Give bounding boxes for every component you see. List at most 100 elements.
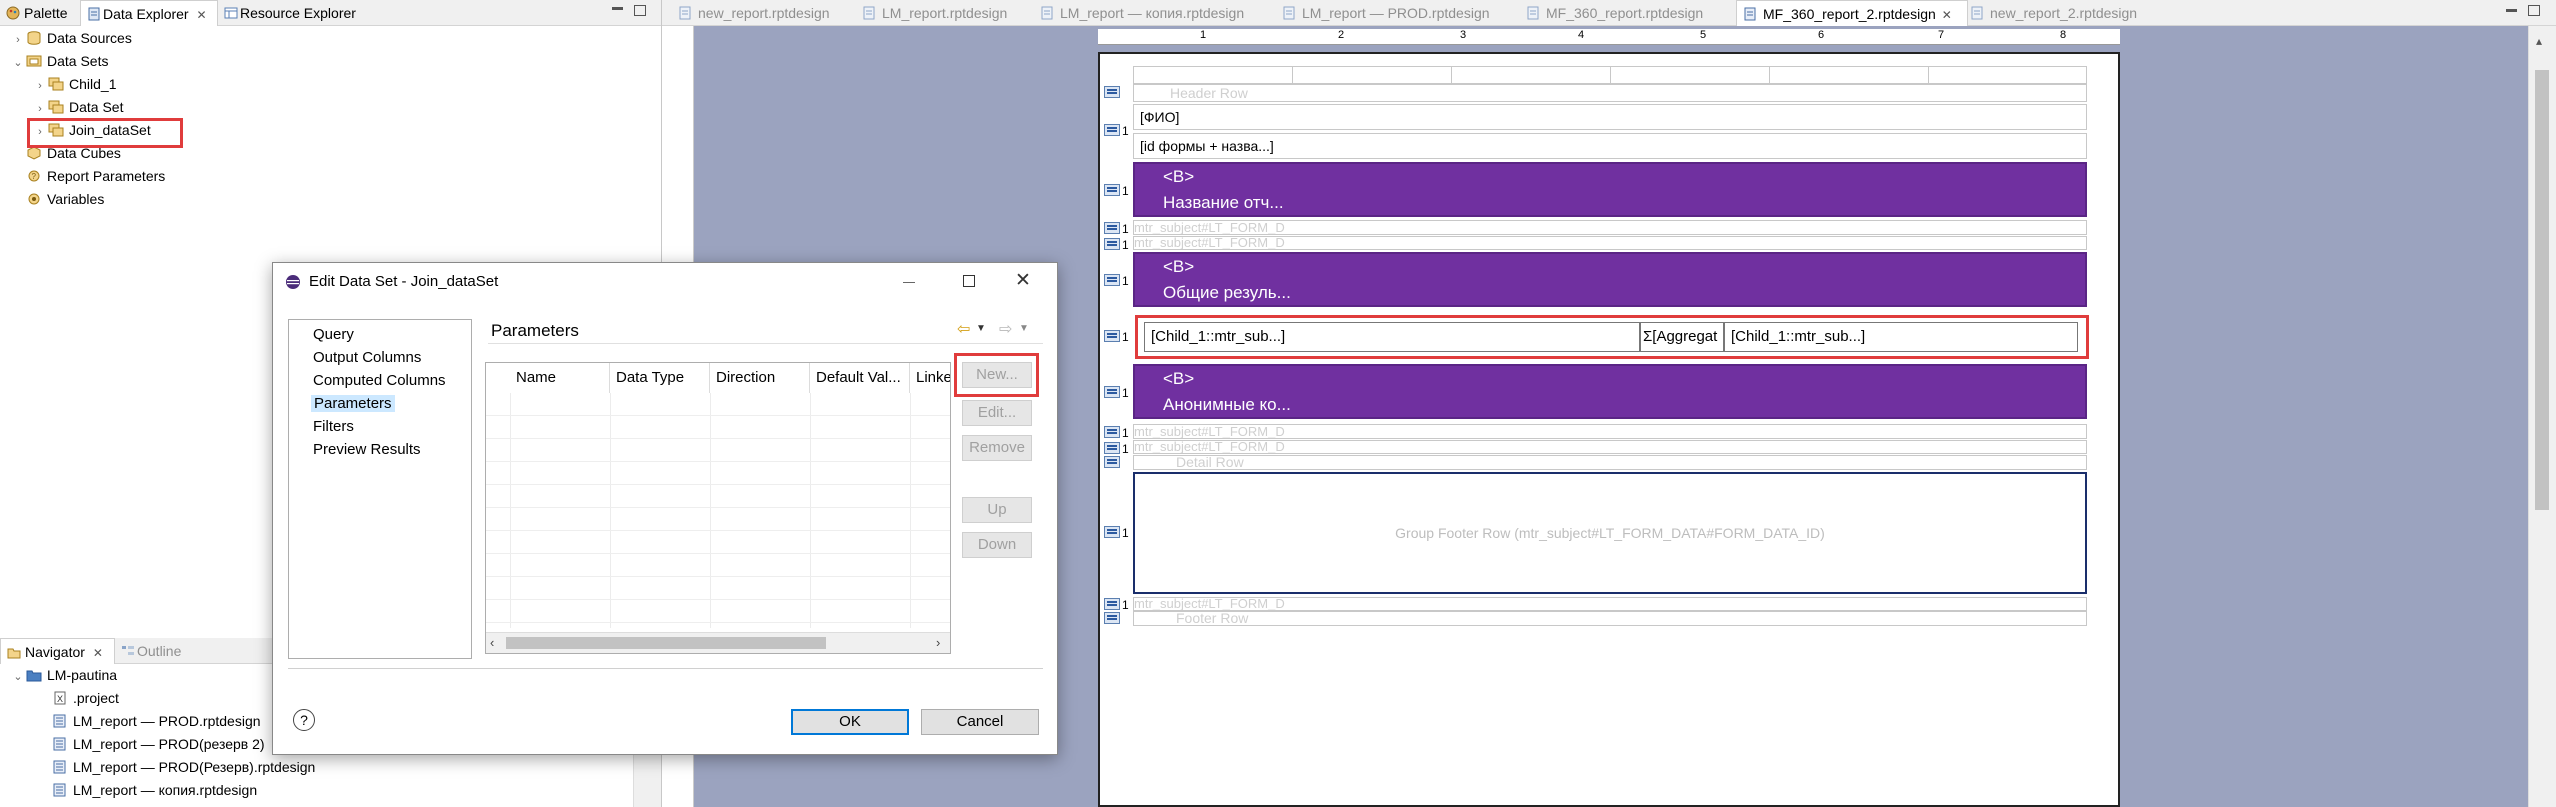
editor-tab-active[interactable]: MF_360_report_2.rptdesign ✕: [1736, 0, 1968, 26]
close-icon[interactable]: ✕: [93, 646, 103, 660]
up-button[interactable]: Up: [962, 497, 1032, 523]
anonymous-title-cell[interactable]: <B> Анонимные ко...: [1133, 364, 2087, 419]
group-footer-row[interactable]: mtr_subject#LT_FORM_D: [1133, 597, 2087, 611]
maximize-icon[interactable]: [2528, 5, 2540, 16]
row-handle-icon[interactable]: [1104, 442, 1120, 454]
column-header-linked[interactable]: Linke: [910, 363, 950, 393]
dialog-titlebar[interactable]: Edit Data Set - Join_dataSet ✕: [273, 263, 1057, 301]
forward-arrow-icon[interactable]: ⇨: [999, 319, 1012, 339]
column-header-name[interactable]: Name: [510, 363, 610, 393]
tree-item-data-sources[interactable]: › Data Sources: [10, 27, 132, 50]
group-footer-row[interactable]: mtr_subject#LT_FORM_D: [1133, 440, 2087, 454]
close-icon[interactable]: ✕: [196, 8, 206, 22]
maximize-icon[interactable]: [634, 5, 646, 16]
fio-field[interactable]: [ФИО]: [1140, 109, 1179, 125]
id-form-row[interactable]: [id формы + назва...]: [1133, 133, 2087, 159]
down-button[interactable]: Down: [962, 532, 1032, 558]
scroll-up-icon[interactable]: ▴: [2536, 34, 2542, 48]
tab-navigator[interactable]: Navigator ✕: [0, 638, 115, 664]
editor-tab[interactable]: MF_360_report.rptdesign: [1520, 0, 1740, 26]
column-header-data-type[interactable]: Data Type: [610, 363, 710, 393]
row-handle-icon[interactable]: [1104, 274, 1120, 286]
id-form-field[interactable]: [id формы + назва...]: [1140, 138, 1274, 154]
tab-resource-explorer[interactable]: Resource Explorer: [218, 0, 378, 26]
row-handle-icon[interactable]: [1104, 184, 1120, 196]
chevron-right-icon[interactable]: ›: [10, 29, 26, 52]
tree-item-report-parameters[interactable]: ? Report Parameters: [26, 165, 165, 188]
row-handle-icon[interactable]: [1104, 526, 1120, 538]
tab-data-explorer[interactable]: Data Explorer ✕: [80, 0, 218, 26]
scrollbar-thumb[interactable]: [506, 637, 826, 649]
nav-item-preview-results[interactable]: Preview Results: [313, 441, 421, 458]
row-handle-icon[interactable]: [1104, 330, 1120, 342]
fio-row[interactable]: [ФИО]: [1133, 104, 2087, 130]
back-arrow-icon[interactable]: ⇦: [957, 319, 970, 339]
minimize-icon[interactable]: [903, 282, 915, 283]
column-header-default-value[interactable]: Default Val...: [810, 363, 910, 393]
cancel-button[interactable]: Cancel: [921, 709, 1039, 735]
close-icon[interactable]: ✕: [1942, 8, 1952, 22]
dropdown-icon[interactable]: ▼: [1019, 323, 1029, 334]
tab-palette[interactable]: Palette: [0, 0, 80, 26]
file-item[interactable]: LM_report — PROD(Резерв).rptdesign: [52, 756, 315, 779]
scrollbar-thumb[interactable]: [2535, 70, 2549, 510]
report-title-cell[interactable]: <B> Название отч...: [1133, 162, 2087, 217]
group-header-row[interactable]: mtr_subject#LT_FORM_D: [1133, 220, 2087, 235]
tree-item-data-set[interactable]: › Data Set: [32, 96, 123, 119]
summary-title-cell[interactable]: <B> Общие резуль...: [1133, 252, 2087, 307]
scroll-right-icon[interactable]: ›: [936, 635, 940, 650]
nav-item-computed-columns[interactable]: Computed Columns: [313, 372, 446, 389]
row-handle-icon[interactable]: [1104, 386, 1120, 398]
close-icon[interactable]: ✕: [1015, 269, 1031, 292]
maximize-icon[interactable]: [963, 275, 975, 287]
edit-button[interactable]: Edit...: [962, 400, 1032, 426]
row-handle-icon[interactable]: [1104, 598, 1120, 610]
row-handle-icon[interactable]: [1104, 222, 1120, 234]
minimize-icon[interactable]: [2506, 9, 2517, 12]
chevron-down-icon[interactable]: ⌄: [10, 666, 26, 689]
project-item[interactable]: ⌄ LM-pautina: [10, 664, 117, 687]
file-item[interactable]: LM_report — PROD.rptdesign: [52, 710, 261, 733]
canvas-scrollbar[interactable]: ▴: [2528, 26, 2556, 807]
row-handle-icon[interactable]: [1104, 124, 1120, 136]
row-handle-icon[interactable]: [1104, 456, 1120, 468]
parameters-table[interactable]: Name Data Type Direction Default Val... …: [485, 362, 951, 654]
dropdown-icon[interactable]: ▼: [976, 323, 986, 334]
editor-tab[interactable]: LM_report — PROD.rptdesign: [1276, 0, 1516, 26]
file-item[interactable]: X .project: [52, 687, 119, 710]
row-handle-icon[interactable]: [1104, 86, 1120, 98]
nav-item-parameters[interactable]: Parameters: [311, 395, 395, 412]
group-footer-area[interactable]: Group Footer Row (mtr_subject#LT_FORM_DA…: [1133, 472, 2087, 594]
editor-tab[interactable]: new_report.rptdesign: [672, 0, 862, 26]
help-icon[interactable]: ?: [293, 709, 315, 731]
scroll-left-icon[interactable]: ‹: [490, 635, 494, 650]
editor-tab[interactable]: new_report_2.rptdesign: [1964, 0, 2164, 26]
horizontal-scrollbar[interactable]: ‹ ›: [486, 632, 950, 653]
nav-item-output-columns[interactable]: Output Columns: [313, 349, 421, 366]
tree-item-variables[interactable]: Variables: [26, 188, 104, 211]
detail-row[interactable]: Detail Row: [1133, 455, 2087, 470]
minimize-icon[interactable]: [612, 7, 623, 10]
nav-item-filters[interactable]: Filters: [313, 418, 354, 435]
row-handle-icon[interactable]: [1104, 612, 1120, 624]
editor-tab[interactable]: LM_report — копия.rptdesign: [1034, 0, 1284, 26]
ok-button[interactable]: OK: [791, 709, 909, 735]
remove-button[interactable]: Remove: [962, 435, 1032, 461]
tree-item-data-sets[interactable]: ⌄ Data Sets: [10, 50, 108, 73]
file-item[interactable]: LM_report — PROD(резерв 2): [52, 733, 265, 756]
footer-row[interactable]: Footer Row: [1133, 611, 2087, 626]
group-footer-row[interactable]: mtr_subject#LT_FORM_D: [1133, 424, 2087, 439]
tree-item-child-1[interactable]: › Child_1: [32, 73, 116, 96]
editor-tab[interactable]: LM_report.rptdesign: [856, 0, 1046, 26]
nav-item-query[interactable]: Query: [313, 326, 354, 343]
group-header-row[interactable]: mtr_subject#LT_FORM_D: [1133, 236, 2087, 250]
row-handle-icon[interactable]: [1104, 238, 1120, 250]
chevron-down-icon[interactable]: ⌄: [10, 52, 26, 75]
column-header-direction[interactable]: Direction: [710, 363, 810, 393]
tab-outline[interactable]: Outline: [115, 638, 205, 664]
header-row[interactable]: Header Row: [1133, 84, 2087, 102]
file-item[interactable]: LM_report — копия.rptdesign: [52, 779, 257, 802]
chevron-right-icon[interactable]: ›: [32, 75, 48, 98]
row-handle-icon[interactable]: [1104, 426, 1120, 438]
bold-tag: <B>: [1163, 369, 1195, 388]
